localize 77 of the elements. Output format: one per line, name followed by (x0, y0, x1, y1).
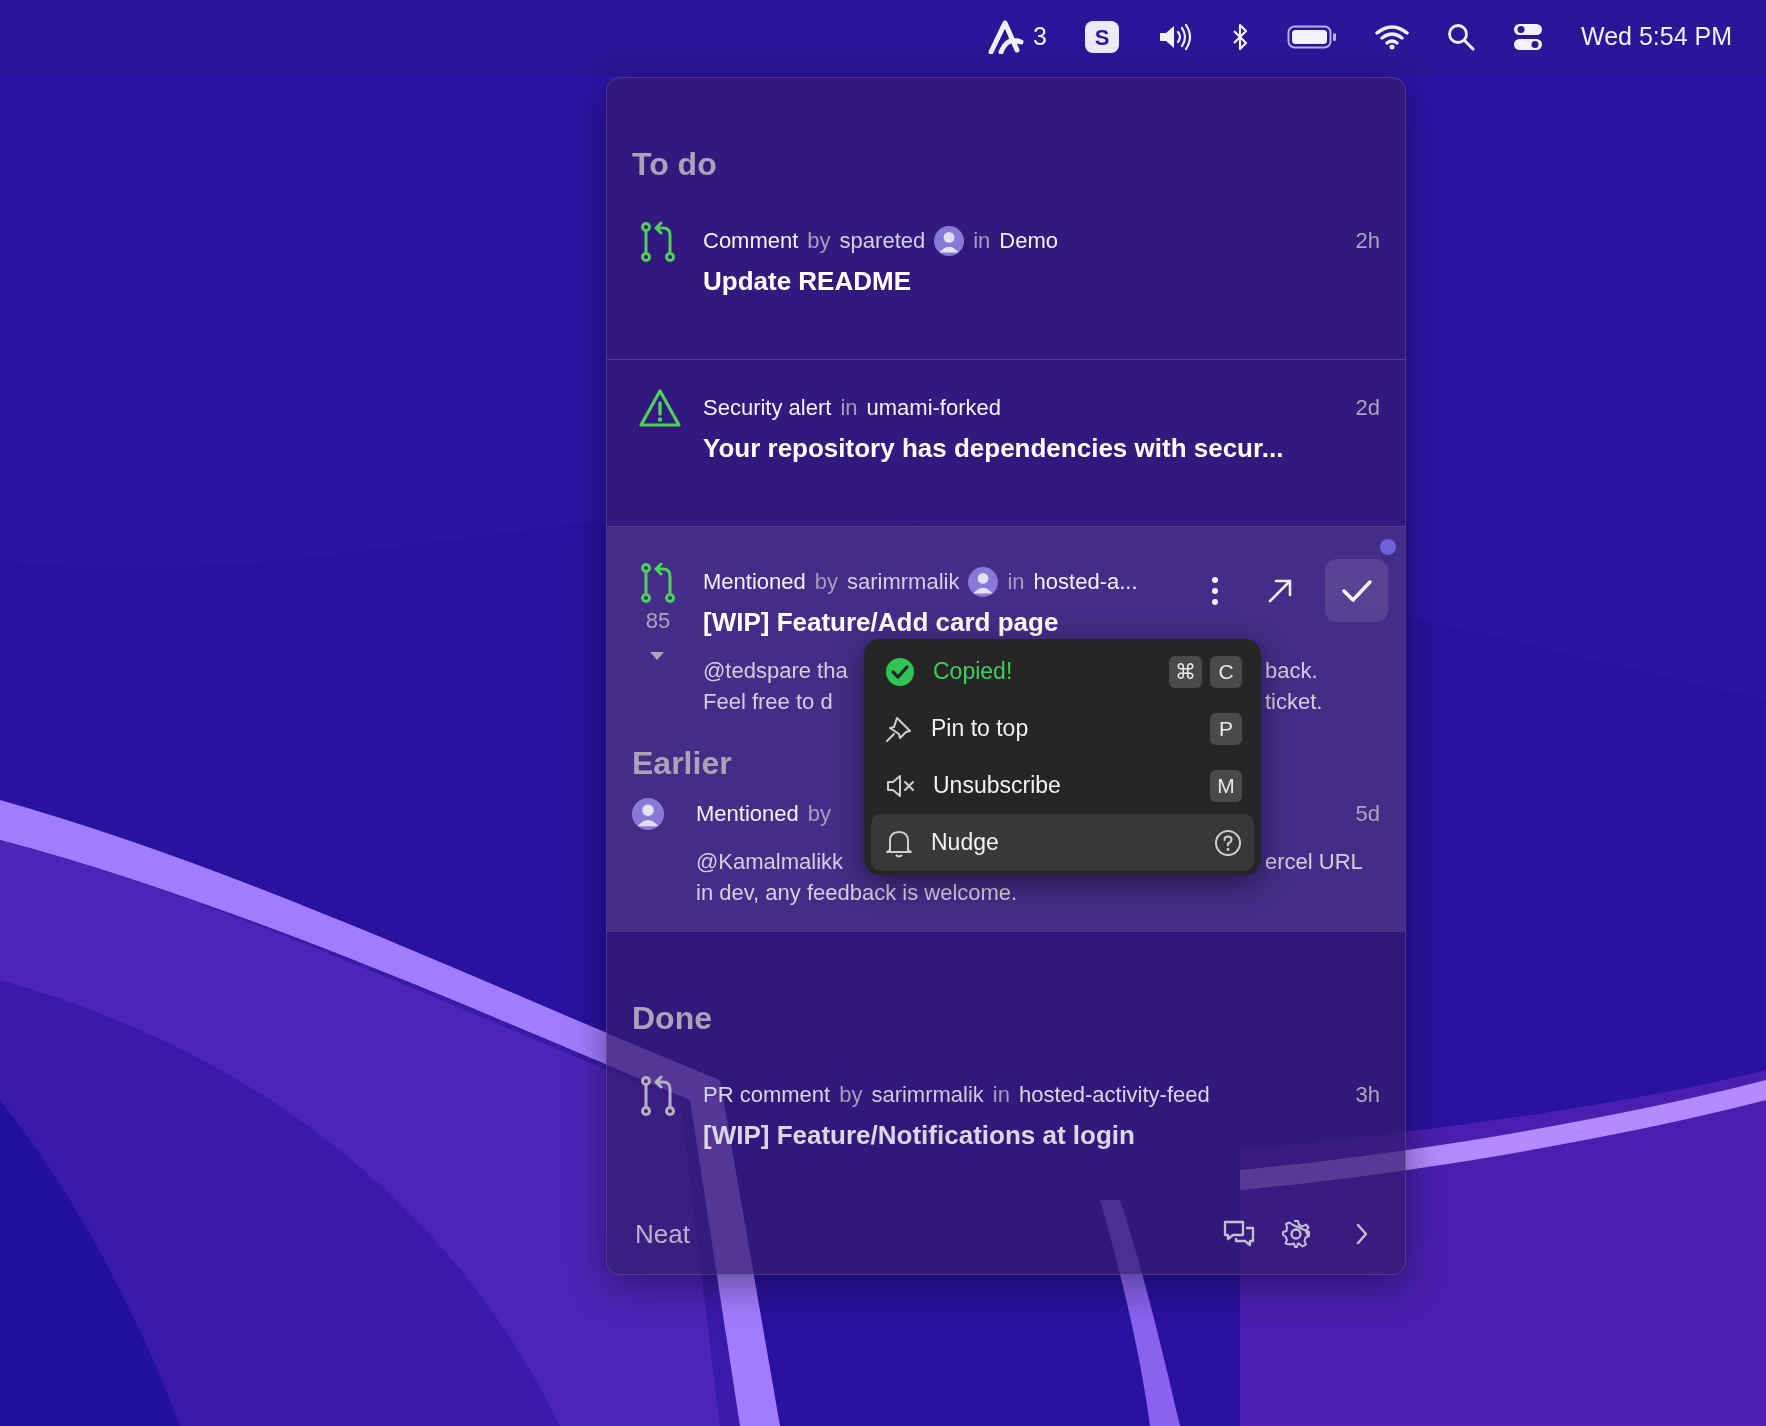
meta-text: Demo (999, 227, 1059, 255)
more-icon[interactable] (1211, 575, 1219, 606)
mark-done-button[interactable] (1325, 559, 1388, 622)
meta-text: Mentioned (696, 800, 799, 828)
timestamp: 3h (1355, 1081, 1380, 1109)
battery-icon[interactable] (1287, 24, 1337, 50)
comment-text: @Kamalmalikk (696, 849, 844, 874)
menu-item[interactable]: Unsubscribe M (871, 757, 1254, 814)
meta-text: by (814, 568, 838, 596)
shortcut-key: M (1210, 769, 1242, 802)
mute-icon (885, 772, 915, 799)
check-icon (1340, 578, 1373, 603)
menu-item-label: Nudge (931, 828, 1000, 858)
app-logo-icon[interactable] (987, 20, 1026, 54)
bluetooth-icon[interactable] (1231, 22, 1249, 52)
notification-item[interactable]: Security alert in umami-forked 2d Your repository has dependencies with secur... (607, 360, 1405, 527)
meta-text: Comment (703, 227, 799, 255)
pin-icon (885, 714, 913, 743)
notification-title: [WIP] Feature/Add card page (703, 606, 1060, 639)
volume-icon[interactable] (1157, 22, 1193, 52)
meta-text: hosted-a... (1033, 568, 1138, 596)
meta-text: in (840, 394, 858, 422)
meta-text: umami-forked (866, 394, 1001, 422)
notification-count: 3 (1033, 21, 1047, 53)
meta-text: sarimrmalik (871, 1081, 984, 1109)
meta-text: hosted-activity-feed (1019, 1081, 1210, 1109)
app-icon[interactable]: S (1085, 21, 1119, 53)
comment-text: ercel URL (1265, 848, 1363, 876)
meta-text: by (807, 800, 831, 828)
meta-text: Security alert (703, 394, 832, 422)
menu-item[interactable]: Nudge (871, 814, 1254, 871)
section-heading: To do (632, 146, 717, 182)
meta-text: PR comment (703, 1081, 831, 1109)
shortcut-key: P (1210, 712, 1242, 745)
menu-item[interactable]: Copied! ⌘ C (871, 643, 1254, 700)
notification-title: Your repository has dependencies with secur... (703, 432, 1285, 465)
menu-item-label: Unsubscribe (933, 771, 1062, 801)
avatar-icon (968, 567, 999, 597)
comment-text: ticket. (1265, 688, 1323, 716)
meta-text: in (992, 1081, 1010, 1109)
meta-text: by (807, 227, 831, 255)
app-name: Neat (635, 1217, 691, 1251)
meta-text: sarimrmalik (847, 568, 960, 596)
check-circle-icon (885, 656, 915, 687)
chevron-right-icon[interactable] (1355, 1222, 1369, 1246)
meta-text: Mentioned (703, 568, 806, 596)
menu-item-label: Copied! (933, 657, 1014, 687)
section-heading: Done (632, 1000, 712, 1036)
meta-text: by (839, 1081, 863, 1109)
control-center-icon[interactable] (1513, 22, 1543, 52)
meta-text: in (973, 227, 991, 255)
avatar-icon (934, 226, 965, 256)
notification-title: Update README (703, 265, 912, 298)
caret-down-icon[interactable] (649, 651, 665, 661)
settings-icon[interactable] (1281, 1219, 1311, 1249)
comment-text: in dev, any feedback is welcome. (696, 880, 1018, 905)
section-heading: Earlier (632, 745, 732, 781)
timestamp: 2d (1355, 394, 1380, 422)
notification-item[interactable]: PR comment by sarimrmalik in hosted-activity-feed 3h [WIP] Feature/Notifications at login (607, 1038, 1405, 1213)
meta-text: in (1007, 568, 1025, 596)
help-icon[interactable] (1214, 828, 1242, 857)
wifi-icon[interactable] (1375, 24, 1409, 50)
comment-count: 85 (644, 607, 672, 635)
open-external-icon[interactable] (1267, 577, 1293, 604)
feedback-icon[interactable] (1223, 1219, 1255, 1249)
meta-text: spareted (839, 227, 926, 255)
comment-text: @tedspare tha (703, 658, 848, 683)
search-icon[interactable] (1447, 23, 1475, 51)
timestamp: 5d (1355, 800, 1380, 828)
comment-text: back. (1265, 657, 1318, 685)
shortcut-key: ⌘ (1169, 655, 1202, 688)
comment-text: Feel free to d (703, 689, 833, 714)
clock: Wed 5:54 PM (1581, 21, 1732, 53)
timestamp: 2h (1355, 227, 1380, 255)
notification-title: [WIP] Feature/Notifications at login (703, 1119, 1136, 1152)
shortcut-key: C (1210, 655, 1242, 688)
notification-item[interactable]: Comment by spareted in Demo 2h Update README (607, 193, 1405, 360)
